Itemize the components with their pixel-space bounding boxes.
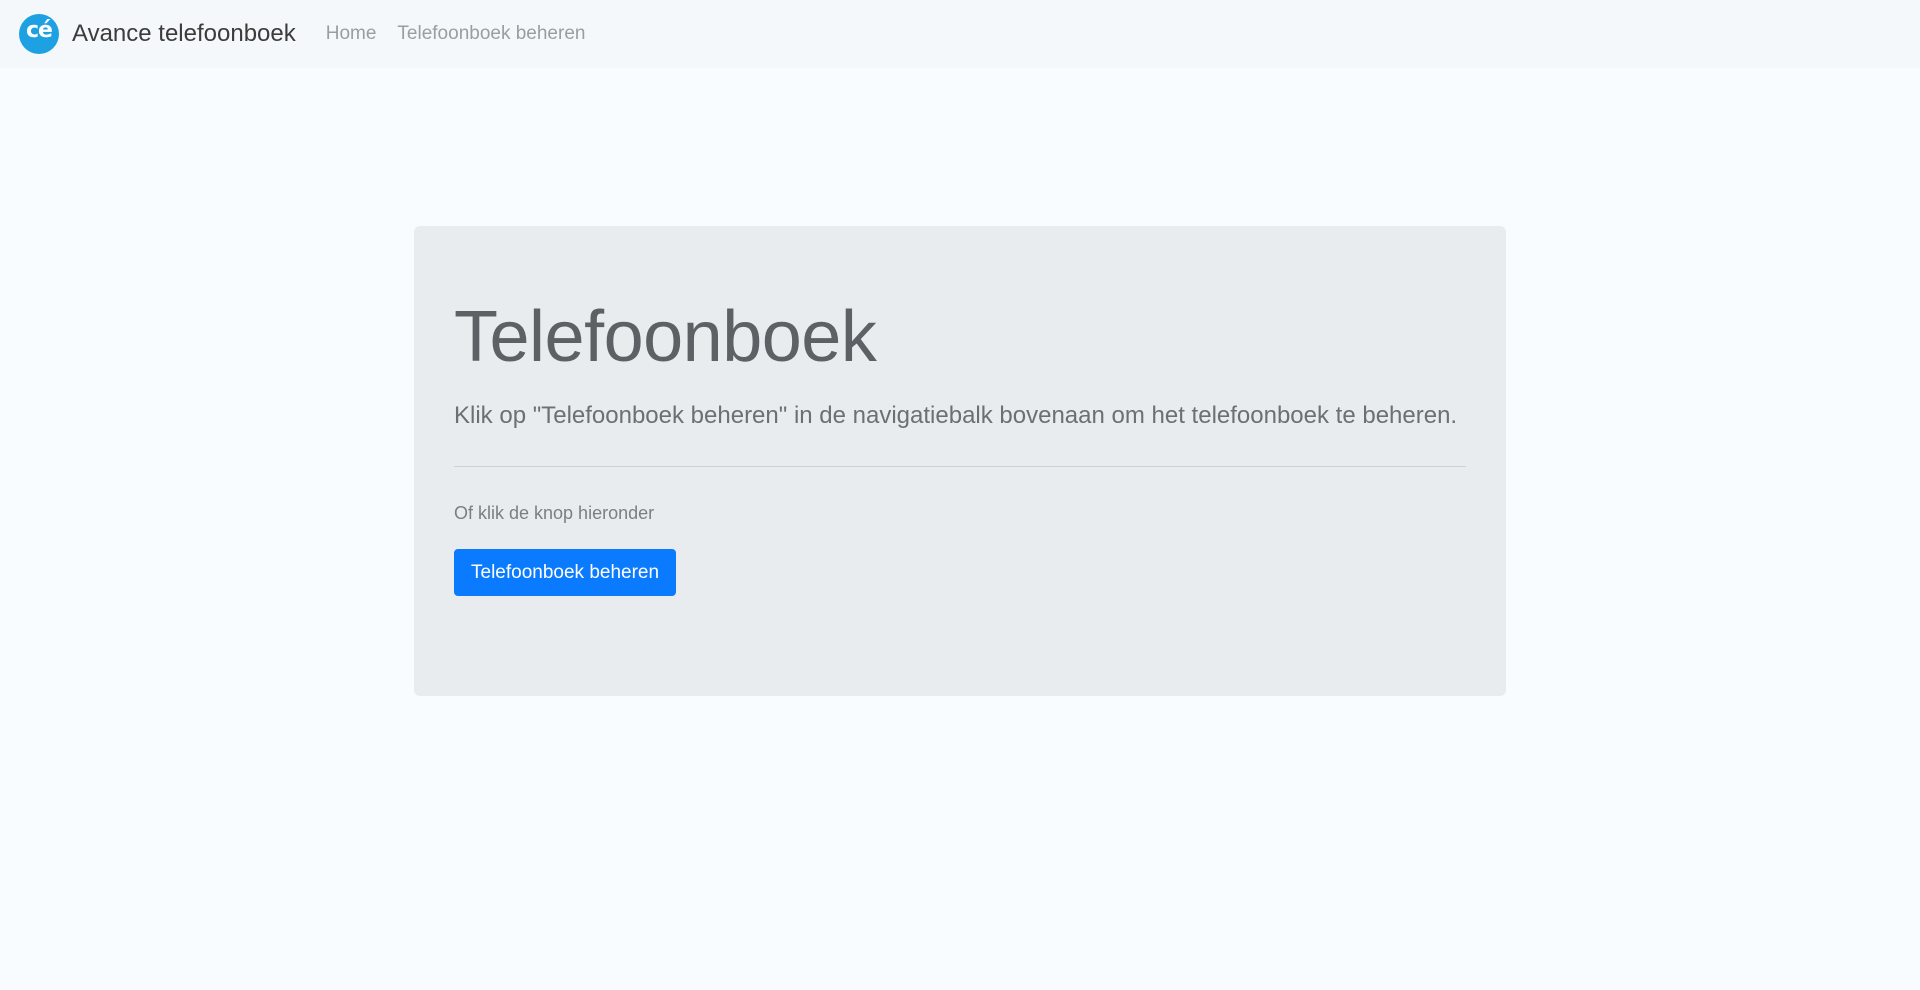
brand-link[interactable]: cé Avance telefoonboek — [19, 14, 296, 54]
telefoonboek-beheren-button[interactable]: Telefoonboek beheren — [454, 549, 677, 596]
hint-text: Of klik de knop hieronder — [454, 503, 655, 523]
nav-link-telefoonboek-beheren[interactable]: Telefoonboek beheren — [397, 23, 585, 45]
top-navbar: cé Avance telefoonboek Home Telefoonboek… — [0, 0, 1920, 68]
jumbotron: Telefoonboek Klik op "Telefoonboek beher… — [414, 226, 1506, 696]
divider — [454, 466, 1466, 467]
brand-logo-icon: cé — [19, 14, 59, 54]
nav-link-home[interactable]: Home — [326, 23, 377, 45]
page-title: Telefoonboek — [454, 297, 877, 377]
brand-name: Avance telefoonboek — [72, 20, 296, 47]
nav-links: Home Telefoonboek beheren — [326, 23, 607, 45]
lead-text: Klik op "Telefoonboek beheren" in de nav… — [454, 402, 1458, 429]
